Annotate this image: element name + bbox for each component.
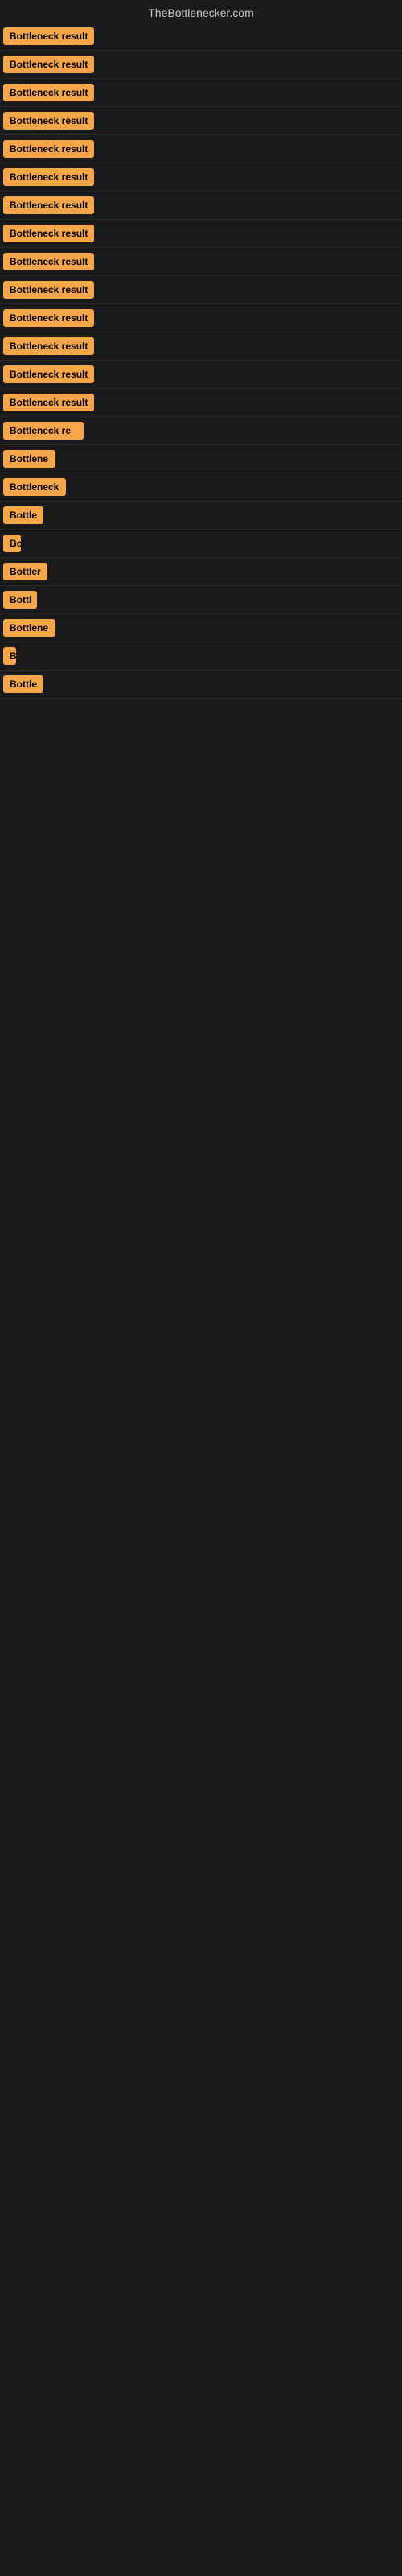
bottleneck-result-badge[interactable]: Bottl — [3, 591, 37, 609]
list-item[interactable]: Bottleneck result — [0, 51, 402, 79]
list-item[interactable]: Bottleneck result — [0, 220, 402, 248]
bottleneck-result-badge[interactable]: Bottleneck result — [3, 140, 94, 158]
list-item[interactable]: Bottleneck result — [0, 192, 402, 220]
list-item[interactable]: Bottleneck result — [0, 332, 402, 361]
list-item[interactable]: Bottleneck result — [0, 79, 402, 107]
list-item[interactable]: Bottleneck result — [0, 248, 402, 276]
results-container: Bottleneck result Bottleneck result Bottle… — [0, 23, 402, 699]
bottleneck-result-badge[interactable]: Bottle — [3, 506, 43, 524]
bottleneck-result-badge[interactable]: Bottleneck result — [3, 309, 94, 327]
bottleneck-result-badge[interactable]: Bottleneck result — [3, 337, 94, 355]
list-item[interactable]: Bottleneck — [0, 473, 402, 502]
list-item[interactable]: Bottleneck result — [0, 23, 402, 51]
bottleneck-result-badge[interactable]: Bottleneck result — [3, 27, 94, 45]
list-item[interactable]: Bottl — [0, 586, 402, 614]
list-item[interactable]: Bottler — [0, 558, 402, 586]
list-item[interactable]: Bottleneck result — [0, 135, 402, 163]
bottleneck-result-badge[interactable]: Bottleneck result — [3, 253, 94, 270]
bottleneck-result-badge[interactable]: Bottleneck — [3, 478, 66, 496]
bottleneck-result-badge[interactable]: Bo — [3, 535, 21, 552]
list-item[interactable]: Bottlene — [0, 614, 402, 642]
list-item[interactable]: Bottlene — [0, 445, 402, 473]
list-item[interactable]: Bottleneck result — [0, 163, 402, 192]
list-item[interactable]: Bottleneck result — [0, 389, 402, 417]
bottleneck-result-badge[interactable]: Bottleneck result — [3, 56, 94, 73]
bottleneck-result-badge[interactable]: B — [3, 647, 16, 665]
site-header: TheBottlenecker.com — [0, 0, 402, 23]
bottleneck-result-badge[interactable]: Bottler — [3, 563, 47, 580]
bottleneck-result-badge[interactable]: Bottleneck result — [3, 225, 94, 242]
list-item[interactable]: Bottle — [0, 502, 402, 530]
list-item[interactable]: Bottle — [0, 671, 402, 699]
bottleneck-result-badge[interactable]: Bottleneck result — [3, 112, 94, 130]
bottleneck-result-badge[interactable]: Bottleneck result — [3, 168, 94, 186]
bottleneck-result-badge[interactable]: Bottleneck result — [3, 394, 94, 411]
bottleneck-result-badge[interactable]: Bottleneck re — [3, 422, 84, 440]
list-item[interactable]: Bottleneck result — [0, 107, 402, 135]
list-item[interactable]: Bottleneck result — [0, 304, 402, 332]
bottleneck-result-badge[interactable]: Bottle — [3, 675, 43, 693]
list-item[interactable]: Bottleneck re — [0, 417, 402, 445]
bottleneck-result-badge[interactable]: Bottlene — [3, 450, 55, 468]
bottleneck-result-badge[interactable]: Bottleneck result — [3, 196, 94, 214]
bottleneck-result-badge[interactable]: Bottleneck result — [3, 281, 94, 299]
list-item[interactable]: Bottleneck result — [0, 276, 402, 304]
bottleneck-result-badge[interactable]: Bottleneck result — [3, 84, 94, 101]
list-item[interactable]: Bo — [0, 530, 402, 558]
bottleneck-result-badge[interactable]: Bottlene — [3, 619, 55, 637]
list-item[interactable]: B — [0, 642, 402, 671]
bottleneck-result-badge[interactable]: Bottleneck result — [3, 365, 94, 383]
list-item[interactable]: Bottleneck result — [0, 361, 402, 389]
